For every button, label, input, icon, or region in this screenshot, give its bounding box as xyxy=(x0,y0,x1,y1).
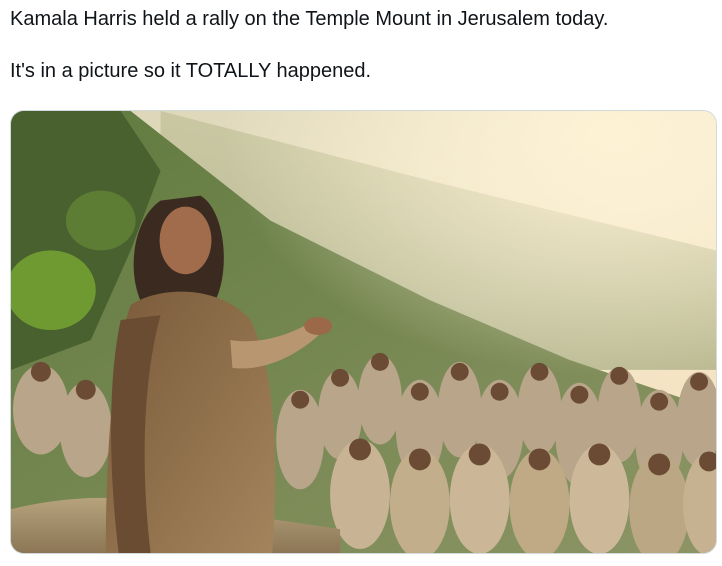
tweet-text-line-2: It's in a picture so it TOTALLY happened… xyxy=(10,60,372,82)
tweet-text: Kamala Harris held a rally on the Temple… xyxy=(10,6,710,84)
tweet-text-line-1: Kamala Harris held a rally on the Temple… xyxy=(10,8,609,30)
tweet-image[interactable] xyxy=(10,110,717,554)
rally-illustration xyxy=(11,111,716,553)
speaker-face xyxy=(159,206,212,275)
speaker-hand xyxy=(304,317,333,335)
